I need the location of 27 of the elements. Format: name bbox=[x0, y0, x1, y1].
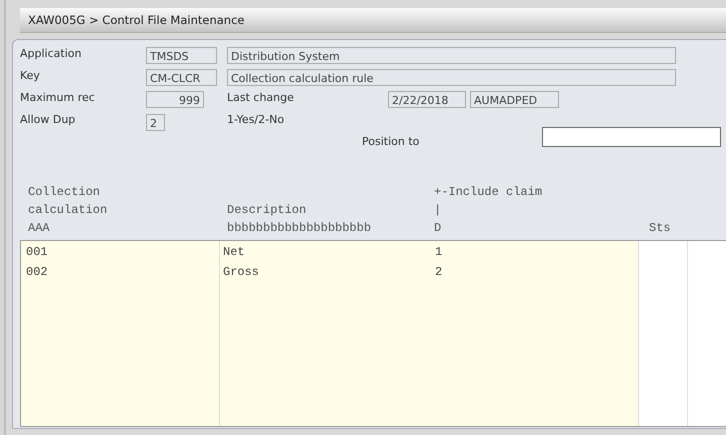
table-cell-text: 002 bbox=[26, 264, 49, 281]
table-cell-text: Net bbox=[223, 244, 246, 261]
table-cell-text: 2 bbox=[435, 264, 444, 281]
field-label: Allow Dup bbox=[20, 112, 76, 126]
code-field: CM-CLCR bbox=[146, 69, 217, 86]
field-label: Maximum rec bbox=[20, 90, 96, 104]
position-input[interactable] bbox=[542, 127, 721, 147]
table-cell-text: 001 bbox=[26, 244, 49, 261]
column-header: Sts bbox=[649, 220, 672, 237]
field-label: Application bbox=[20, 46, 82, 60]
number-field: 999 bbox=[146, 91, 204, 108]
date-field: 2/22/2018 bbox=[388, 91, 466, 108]
column-header: Description bbbbbbbbbbbbbbbbbbbb bbox=[227, 202, 372, 237]
table-cell-text: Gross bbox=[223, 264, 260, 281]
description-field: Distribution System bbox=[227, 47, 676, 64]
description-field: Collection calculation rule bbox=[227, 69, 676, 86]
field-label: Key bbox=[20, 68, 41, 82]
code-field: TMSDS bbox=[146, 47, 217, 64]
window-title: XAW005G > Control File Maintenance bbox=[28, 13, 244, 27]
user-field: AUMADPED bbox=[470, 91, 559, 108]
column-header: Collection calculation AAA bbox=[28, 184, 108, 237]
table-cell-text: 1 bbox=[435, 244, 444, 261]
field-label: Last change bbox=[227, 90, 295, 104]
field-label: Position to bbox=[362, 134, 420, 148]
column-header: +-Include claim | D bbox=[434, 184, 544, 237]
hint-text: 1-Yes/2-No bbox=[227, 112, 284, 126]
dup-field: 2 bbox=[146, 114, 165, 131]
